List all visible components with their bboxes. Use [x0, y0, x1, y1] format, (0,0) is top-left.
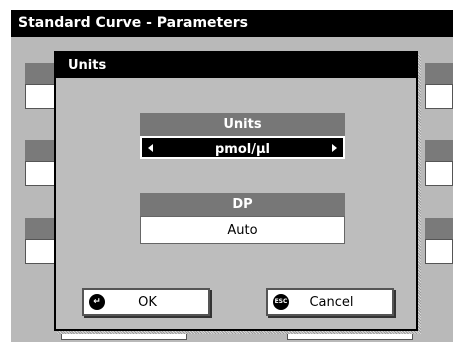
cancel-button-label: Cancel [309, 294, 354, 310]
dp-group: DP Auto [140, 193, 345, 244]
units-value: pmol/µl [214, 142, 270, 157]
units-group: Units pmol/µl [140, 113, 345, 159]
dp-label: DP [140, 193, 345, 216]
screen: Standard Curve - Parameters Units Units … [11, 10, 453, 342]
dialog-title: Units [56, 53, 416, 78]
units-selector[interactable]: pmol/µl [140, 136, 345, 159]
arrow-left-icon[interactable] [148, 144, 153, 152]
units-dialog: Units Units pmol/µl DP Auto ↵ OK ESC Can… [54, 51, 418, 331]
cancel-button[interactable]: ESC Cancel [266, 288, 394, 316]
ok-button-label: OK [138, 294, 157, 310]
background-field [425, 63, 453, 109]
background-field [425, 218, 453, 264]
window-title: Standard Curve - Parameters [11, 10, 453, 37]
enter-icon: ↵ [89, 294, 105, 310]
esc-icon: ESC [273, 294, 289, 310]
dp-field[interactable]: Auto [140, 216, 345, 244]
ok-button[interactable]: ↵ OK [82, 288, 210, 316]
units-label: Units [140, 113, 345, 136]
arrow-right-icon[interactable] [332, 144, 337, 152]
background-field [425, 140, 453, 186]
